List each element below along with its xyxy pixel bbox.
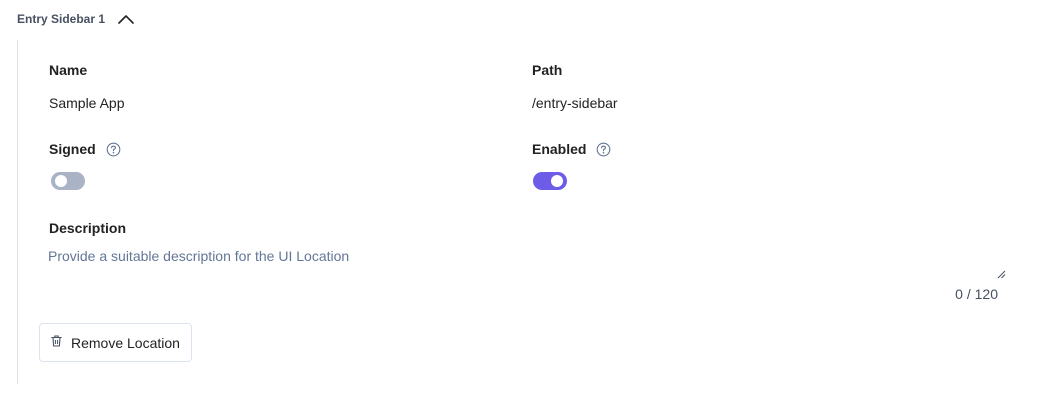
resize-handle-icon[interactable] [996,266,1006,279]
question-circle-icon[interactable] [596,142,611,157]
signed-label: Signed [49,141,96,157]
enabled-label: Enabled [532,141,587,157]
description-field-label: Description [49,218,126,238]
remove-location-label: Remove Location [71,334,180,351]
description-char-count: 0 / 120 [955,286,998,302]
enabled-field-label: Enabled [532,139,611,159]
path-value: /entry-sidebar [532,95,618,111]
chevron-up-icon[interactable] [117,10,135,28]
description-textarea[interactable] [48,248,1006,280]
path-field-label: Path [532,60,562,80]
entry-sidebar-panel: Name Sample App Path /entry-sidebar Sign… [17,40,1017,384]
enabled-toggle-knob [551,175,563,187]
trash-icon [51,334,62,352]
remove-location-button[interactable]: Remove Location [39,323,192,362]
signed-field-label: Signed [49,139,121,159]
path-label: Path [532,62,563,78]
signed-toggle-knob [55,175,67,187]
question-circle-icon[interactable] [106,142,121,157]
section-header[interactable]: Entry Sidebar 1 [17,8,135,30]
signed-toggle[interactable] [51,172,85,190]
description-label: Description [49,220,127,236]
name-label: Name [49,62,88,78]
enabled-toggle[interactable] [533,172,567,190]
name-field-label: Name [49,60,87,80]
section-title: Entry Sidebar 1 [17,12,106,26]
name-value: Sample App [49,95,125,111]
